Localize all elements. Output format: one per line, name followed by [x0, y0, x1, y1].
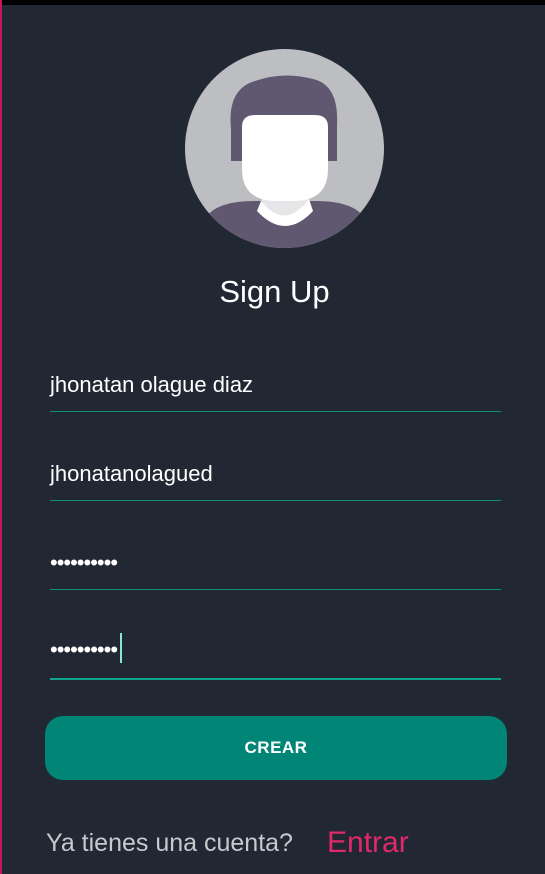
page-title: Sign Up: [219, 274, 330, 309]
username-value: jhonatanolagued: [50, 461, 213, 486]
user-avatar-icon: [185, 49, 384, 248]
have-account-question: Ya tienes una cuenta?: [46, 829, 293, 857]
confirm-password-value-wrap: ••••••••••: [50, 633, 123, 666]
signup-screen: Sign Up jhonatan olague diaz jhonatanola…: [0, 0, 545, 874]
full-name-field[interactable]: jhonatan olague diaz: [50, 362, 501, 412]
full-name-value: jhonatan olague diaz: [50, 372, 254, 397]
status-bar: [2, 0, 545, 5]
confirm-password-value: ••••••••••: [50, 636, 118, 662]
login-link[interactable]: Entrar: [327, 824, 409, 862]
text-cursor: [120, 633, 123, 663]
password-field[interactable]: ••••••••••: [50, 540, 501, 590]
password-value: ••••••••••: [50, 550, 118, 575]
create-account-button[interactable]: CREAR: [45, 716, 507, 780]
confirm-password-field[interactable]: ••••••••••: [50, 630, 501, 680]
username-field[interactable]: jhonatanolagued: [50, 451, 501, 501]
